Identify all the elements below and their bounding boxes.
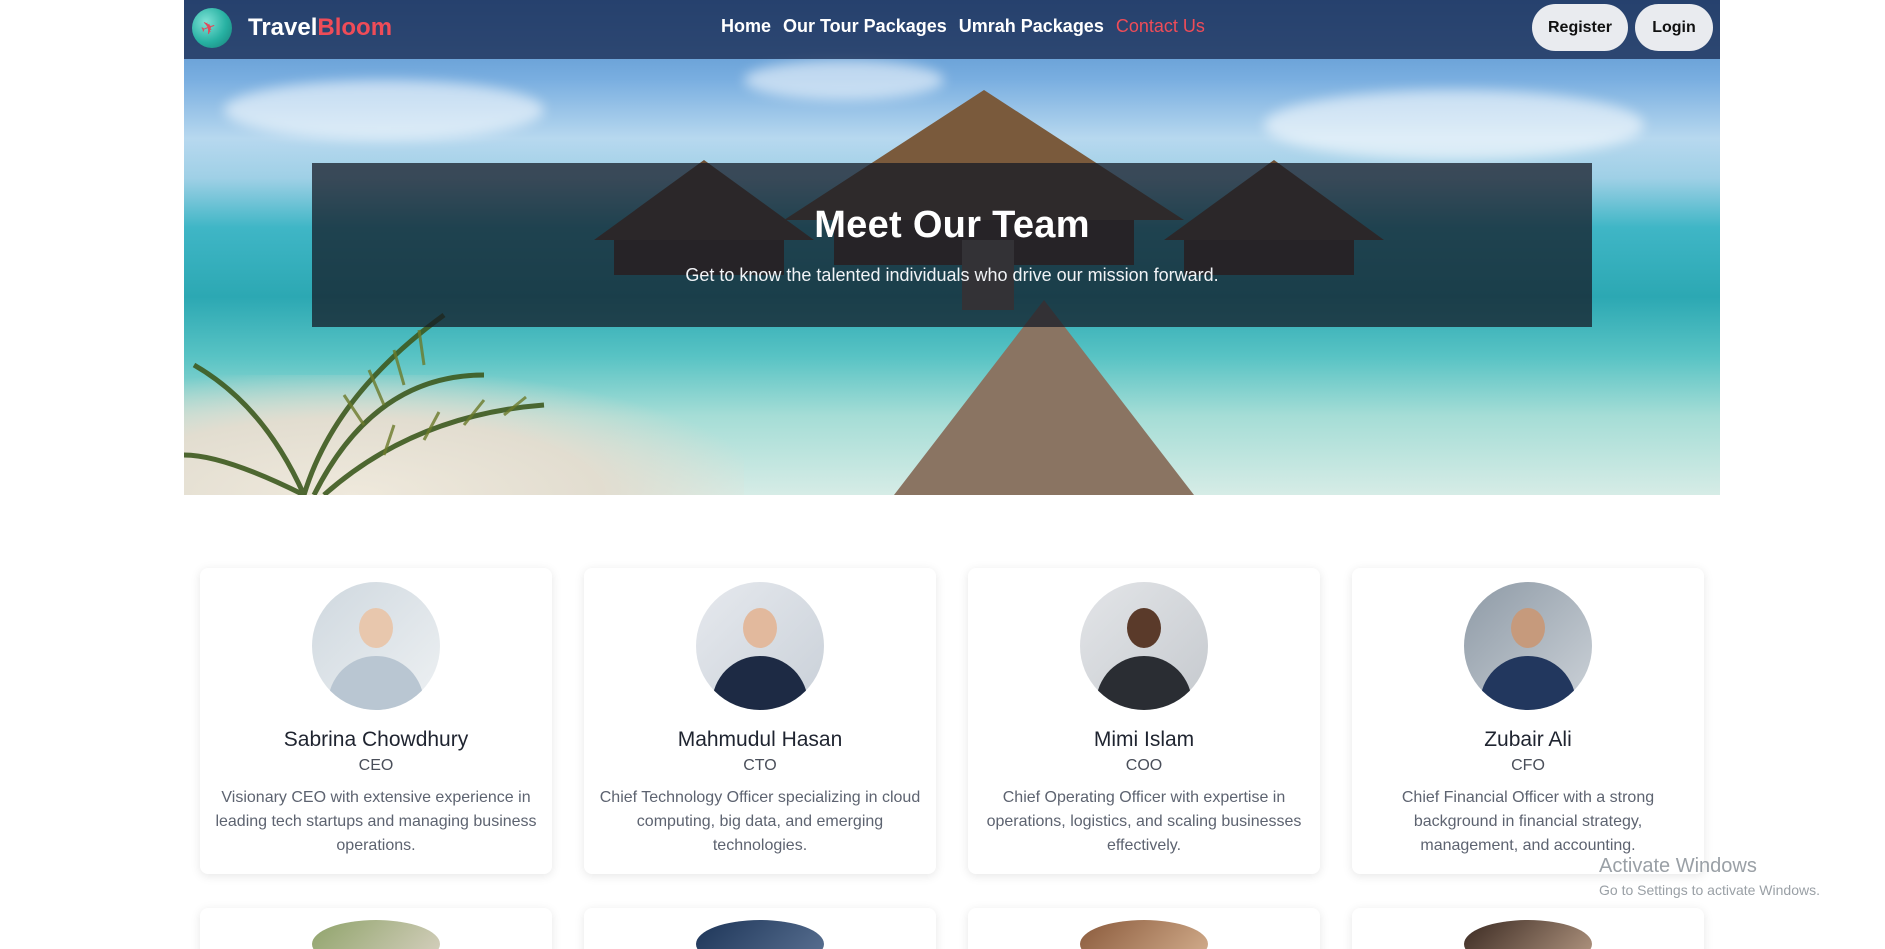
member-role: COO <box>1125 757 1163 774</box>
member-name: Mahmudul Hasan <box>677 728 843 751</box>
register-button[interactable]: Register <box>1532 4 1628 51</box>
avatar <box>1080 582 1208 710</box>
team-card: Sabrina Chowdhury CEO Visionary CEO with… <box>200 568 552 874</box>
team-card <box>968 908 1320 949</box>
team-card <box>200 908 552 949</box>
login-button[interactable]: Login <box>1635 4 1713 51</box>
watermark-subtitle: Go to Settings to activate Windows. <box>1599 882 1820 898</box>
team-card: Zubair Ali CFO Chief Financial Officer w… <box>1352 568 1704 874</box>
watermark-title: Activate Windows <box>1599 855 1757 877</box>
team-card <box>584 908 936 949</box>
cloud <box>1264 90 1644 160</box>
member-role: CFO <box>1511 757 1545 774</box>
avatar <box>696 582 824 710</box>
member-bio: Chief Financial Officer with a strong ba… <box>1401 789 1655 854</box>
hero-overlay: Meet Our Team Get to know the talented i… <box>312 163 1592 327</box>
member-name: Sabrina Chowdhury <box>283 728 469 751</box>
cloud <box>224 80 544 140</box>
nav-link-umrah-packages[interactable]: Umrah Packages <box>959 16 1104 37</box>
nav-link-home[interactable]: Home <box>721 16 771 37</box>
page-title: Meet Our Team <box>814 204 1090 246</box>
member-bio: Chief Technology Officer specializing in… <box>599 789 921 854</box>
page-subtitle: Get to know the talented individuals who… <box>685 265 1219 285</box>
team-card: Mahmudul Hasan CTO Chief Technology Offi… <box>584 568 936 874</box>
avatar <box>1464 920 1592 949</box>
member-role: CEO <box>358 757 394 774</box>
team-card: Mimi Islam COO Chief Operating Officer w… <box>968 568 1320 874</box>
member-bio: Chief Operating Officer with expertise i… <box>986 789 1302 854</box>
pier <box>894 300 1194 495</box>
member-bio: Visionary CEO with extensive experience … <box>215 789 537 854</box>
brand-name: TravelBloom <box>248 14 393 41</box>
avatar <box>1464 582 1592 710</box>
activate-windows-watermark: Activate Windows Go to Settings to activ… <box>1599 855 1820 898</box>
avatar <box>312 582 440 710</box>
hero-banner: Meet Our Team Get to know the talented i… <box>184 0 1720 495</box>
plane-globe-icon: ✈ <box>192 8 232 48</box>
avatar <box>696 920 824 949</box>
team-card <box>1352 908 1704 949</box>
avatar <box>1080 920 1208 949</box>
top-navbar: ✈ TravelBloom Home Our Tour Packages Umr… <box>184 0 1720 59</box>
nav-links: Home Our Tour Packages Umrah Packages Co… <box>721 16 1205 37</box>
page: Meet Our Team Get to know the talented i… <box>0 0 1885 949</box>
member-name: Mimi Islam <box>1093 728 1195 751</box>
member-name: Zubair Ali <box>1484 728 1572 751</box>
nav-link-tour-packages[interactable]: Our Tour Packages <box>783 16 947 37</box>
brand-link[interactable]: ✈ TravelBloom <box>192 8 392 48</box>
avatar <box>312 920 440 949</box>
nav-link-contact-us[interactable]: Contact Us <box>1116 16 1205 37</box>
member-role: CTO <box>743 757 777 774</box>
